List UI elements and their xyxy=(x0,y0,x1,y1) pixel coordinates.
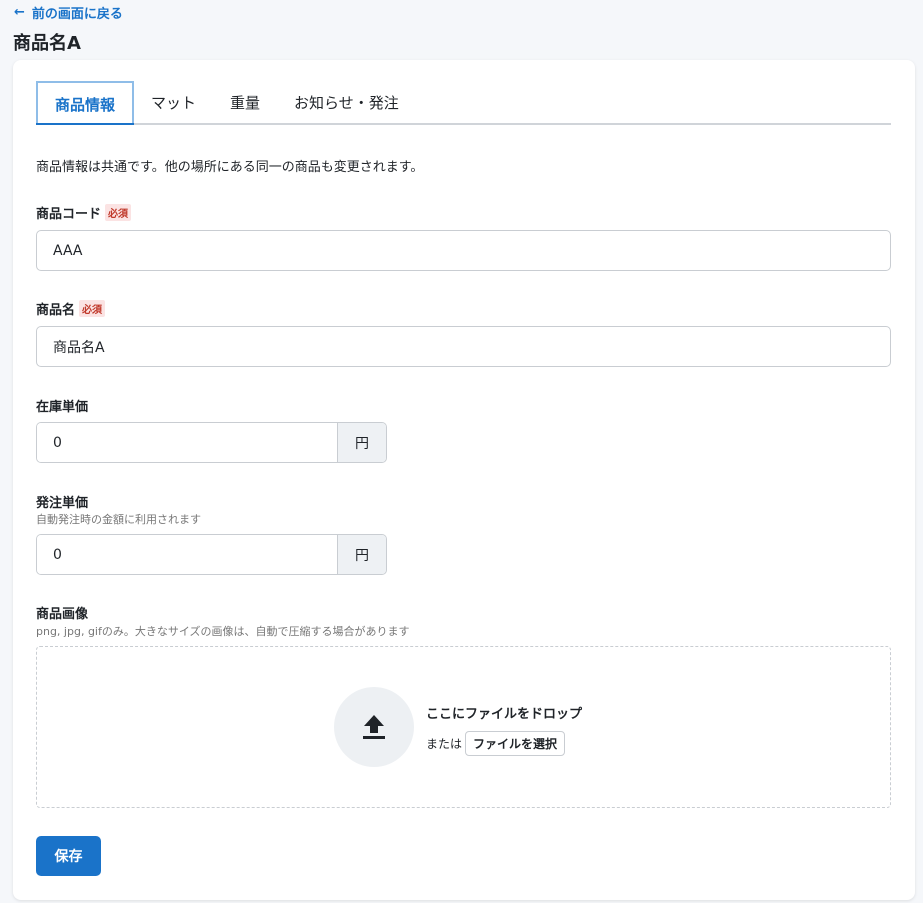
product-name-label-text: 商品名 xyxy=(36,303,76,318)
shared-info-note: 商品情報は共通です。他の場所にある同一の商品も変更されます。 xyxy=(36,160,424,175)
order-price-hint: 自動発注時の金額に利用されます xyxy=(36,513,201,526)
order-price-group: 0 円 xyxy=(36,534,387,575)
stock-price-unit: 円 xyxy=(337,423,386,462)
product-image-label: 商品画像 xyxy=(36,603,88,622)
tab-mat[interactable]: マット xyxy=(134,81,213,123)
product-image-hint: png, jpg, gifのみ。大きなサイズの画像は、自動で圧縮する場合がありま… xyxy=(36,625,410,638)
product-form-card: 商品情報 マット 重量 お知らせ・発注 商品情報は共通です。他の場所にある同一の… xyxy=(13,60,915,900)
required-badge: 必須 xyxy=(79,300,106,317)
image-dropzone[interactable]: ここにファイルをドロップ または ファイルを選択 xyxy=(36,646,891,808)
tab-notice-order[interactable]: お知らせ・発注 xyxy=(277,81,416,123)
save-button[interactable]: 保存 xyxy=(36,836,101,876)
stock-price-value: 0 xyxy=(53,434,62,451)
product-name-value: 商品名A xyxy=(53,339,105,356)
stock-price-label-text: 在庫単価 xyxy=(36,400,89,415)
product-code-label: 商品コード 必須 xyxy=(36,203,132,222)
choose-file-button[interactable]: ファイルを選択 xyxy=(465,731,566,756)
required-badge: 必須 xyxy=(105,204,132,221)
product-code-input[interactable]: AAA xyxy=(36,230,891,271)
drop-or-row: または ファイルを選択 xyxy=(426,731,566,756)
order-price-label: 発注単価 xyxy=(36,492,88,511)
tab-product-info[interactable]: 商品情報 xyxy=(36,81,135,125)
tab-bar: 商品情報 マット 重量 お知らせ・発注 xyxy=(36,81,891,125)
stock-price-input[interactable]: 0 xyxy=(37,423,337,462)
arrow-left-icon: ← xyxy=(14,5,25,20)
order-price-label-text: 発注単価 xyxy=(36,496,89,511)
stock-price-label: 在庫単価 xyxy=(36,396,88,415)
product-code-label-text: 商品コード xyxy=(36,207,102,222)
tab-weight[interactable]: 重量 xyxy=(213,81,277,123)
upload-icon xyxy=(334,687,414,767)
order-price-unit: 円 xyxy=(337,535,386,574)
back-link-label: 前の画面に戻る xyxy=(31,7,123,22)
page-title: 商品名A xyxy=(13,33,81,54)
product-image-label-text: 商品画像 xyxy=(36,607,89,622)
drop-or-text: または xyxy=(426,737,463,751)
order-price-value: 0 xyxy=(53,546,62,563)
product-code-value: AAA xyxy=(53,242,83,259)
product-name-label: 商品名 必須 xyxy=(36,299,106,318)
drop-title: ここにファイルをドロップ xyxy=(426,707,583,722)
product-name-input[interactable]: 商品名A xyxy=(36,326,891,367)
order-price-input[interactable]: 0 xyxy=(37,535,337,574)
back-link[interactable]: ← 前の画面に戻る xyxy=(14,3,123,22)
stock-price-group: 0 円 xyxy=(36,422,387,463)
